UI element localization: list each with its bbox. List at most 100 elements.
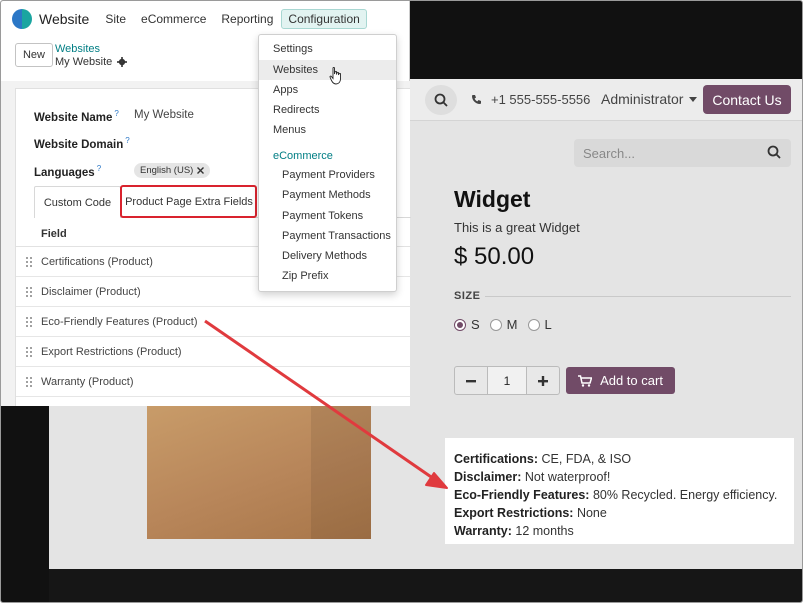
- menu-section-ecommerce: eCommerce: [273, 150, 333, 162]
- size-option-m[interactable]: M: [489, 317, 518, 332]
- user-name: Administrator: [601, 91, 684, 107]
- extra-field-label: Export Restrictions:: [454, 506, 574, 520]
- product-price: $ 50.00: [454, 243, 535, 270]
- menu-item-payment-transactions[interactable]: Payment Transactions: [259, 226, 396, 246]
- cart-icon: [578, 374, 593, 387]
- menu-item-zip-prefix[interactable]: Zip Prefix: [259, 266, 396, 286]
- extra-field-value: CE, FDA, & ISO: [541, 452, 632, 466]
- search-icon: [434, 93, 448, 107]
- size-option-label: M: [506, 317, 518, 332]
- hand-cursor-icon: [329, 67, 341, 85]
- extra-field-row: Export Restrictions: None: [454, 504, 785, 522]
- extra-field-row: Warranty: 12 months: [454, 522, 785, 540]
- new-button[interactable]: New: [15, 43, 53, 67]
- increase-quantity-button[interactable]: [527, 367, 559, 394]
- tab-highlight-box: [120, 185, 257, 218]
- menu-item-payment-tokens[interactable]: Payment Tokens: [259, 206, 396, 226]
- configuration-dropdown: Settings Websites Apps Redirects Menus e…: [258, 34, 397, 292]
- drag-handle-icon[interactable]: [25, 376, 33, 388]
- radio-selected-icon[interactable]: [454, 318, 466, 331]
- extra-field-row: Disclaimer: Not waterproof!: [454, 468, 785, 486]
- drag-handle-icon[interactable]: [25, 286, 33, 298]
- breadcrumb-current: My Website: [55, 56, 128, 68]
- nav-search-button[interactable]: [425, 85, 457, 115]
- row-field-name: Export Restrictions (Product): [41, 345, 182, 358]
- breadcrumb-current-label: My Website: [55, 56, 113, 68]
- nav-phone[interactable]: +1 555-555-5556: [471, 92, 590, 107]
- menu-item-websites[interactable]: Websites: [259, 60, 396, 80]
- drag-handle-icon[interactable]: [25, 346, 33, 358]
- size-option-s[interactable]: S: [454, 317, 480, 332]
- table-row[interactable]: Warranty (Product): [16, 367, 411, 397]
- extra-field-value: None: [576, 506, 607, 520]
- language-tag-label: English (US): [140, 165, 194, 176]
- help-icon[interactable]: ?: [97, 164, 101, 173]
- size-option-label: L: [544, 317, 552, 332]
- menu-item-settings[interactable]: Settings: [259, 39, 396, 59]
- app-logo-icon[interactable]: [12, 9, 32, 29]
- help-icon[interactable]: ?: [125, 136, 129, 145]
- table-row[interactable]: Export Restrictions (Product): [16, 337, 411, 367]
- quantity-input[interactable]: 1: [487, 367, 527, 394]
- website-name-field[interactable]: My Website: [134, 109, 194, 121]
- menu-item-menus[interactable]: Menus: [259, 120, 396, 140]
- size-options: S M L: [454, 317, 552, 332]
- app-name[interactable]: Website: [39, 11, 89, 27]
- quantity-stepper: 1: [454, 366, 560, 395]
- menu-site[interactable]: Site: [105, 12, 126, 26]
- add-to-cart-label: Add to cart: [600, 373, 663, 388]
- website-name-label-text: Website Name: [34, 111, 113, 124]
- screenshot-frame: +1 555-555-5556 Administrator Contact Us…: [0, 0, 803, 603]
- table-row[interactable]: Eco-Friendly Features (Product): [16, 307, 411, 337]
- phone-icon: [472, 95, 481, 104]
- phone-number: +1 555-555-5556: [491, 92, 591, 107]
- product-description: This is a great Widget: [454, 220, 580, 235]
- menu-ecommerce[interactable]: eCommerce: [141, 12, 206, 26]
- website-name-label: Website Name?: [34, 109, 119, 124]
- row-field-name: Warranty (Product): [41, 375, 134, 388]
- row-field-name: Certifications (Product): [41, 255, 153, 268]
- user-menu[interactable]: Administrator: [601, 91, 698, 107]
- radio-icon[interactable]: [527, 318, 540, 331]
- drag-handle-icon[interactable]: [25, 256, 33, 268]
- breadcrumb-parent[interactable]: Websites: [55, 43, 100, 55]
- menu-item-payment-providers[interactable]: Payment Providers: [259, 165, 396, 185]
- shop-search-input[interactable]: Search...: [574, 139, 791, 167]
- row-field-name: Eco-Friendly Features (Product): [41, 315, 198, 328]
- plus-icon: [538, 375, 548, 386]
- gear-icon[interactable]: [117, 57, 128, 67]
- extra-field-label: Certifications:: [454, 452, 539, 466]
- minus-icon: [466, 379, 476, 382]
- drag-handle-icon[interactable]: [25, 316, 33, 328]
- extra-field-row: Eco-Friendly Features: 80% Recycled. Ene…: [454, 486, 785, 504]
- languages-label: Languages?: [34, 164, 101, 179]
- extra-field-label: Disclaimer:: [454, 470, 522, 484]
- menu-configuration[interactable]: Configuration: [281, 9, 367, 29]
- tab-custom-code[interactable]: Custom Code: [34, 186, 121, 218]
- website-domain-label-text: Website Domain: [34, 138, 124, 151]
- extra-field-label: Eco-Friendly Features:: [454, 488, 590, 502]
- backend-topbar: Website Site eCommerce Reporting Configu…: [1, 1, 409, 37]
- languages-label-text: Languages: [34, 166, 95, 179]
- site-footer: [49, 569, 802, 602]
- menu-reporting[interactable]: Reporting: [221, 12, 273, 26]
- size-divider: [485, 296, 791, 297]
- menu-item-delivery-methods[interactable]: Delivery Methods: [259, 246, 396, 266]
- menu-item-payment-methods[interactable]: Payment Methods: [259, 185, 396, 205]
- help-icon[interactable]: ?: [114, 109, 118, 118]
- extra-field-value: Not waterproof!: [524, 470, 611, 484]
- product-title: Widget: [454, 186, 531, 212]
- radio-icon[interactable]: [489, 318, 502, 331]
- close-icon[interactable]: [197, 167, 205, 174]
- language-tag: English (US): [134, 163, 211, 178]
- menu-item-redirects[interactable]: Redirects: [259, 100, 396, 120]
- product-extra-fields-callout: Certifications: CE, FDA, & ISO Disclaime…: [445, 438, 794, 544]
- menu-item-apps[interactable]: Apps: [259, 80, 396, 100]
- caret-down-icon: [689, 96, 698, 102]
- size-option-l[interactable]: L: [527, 317, 552, 332]
- contact-us-button[interactable]: Contact Us: [703, 85, 791, 114]
- row-field-name: Disclaimer (Product): [41, 285, 141, 298]
- decrease-quantity-button[interactable]: [455, 367, 487, 394]
- size-option-label: S: [471, 317, 480, 332]
- add-to-cart-button[interactable]: Add to cart: [566, 367, 675, 394]
